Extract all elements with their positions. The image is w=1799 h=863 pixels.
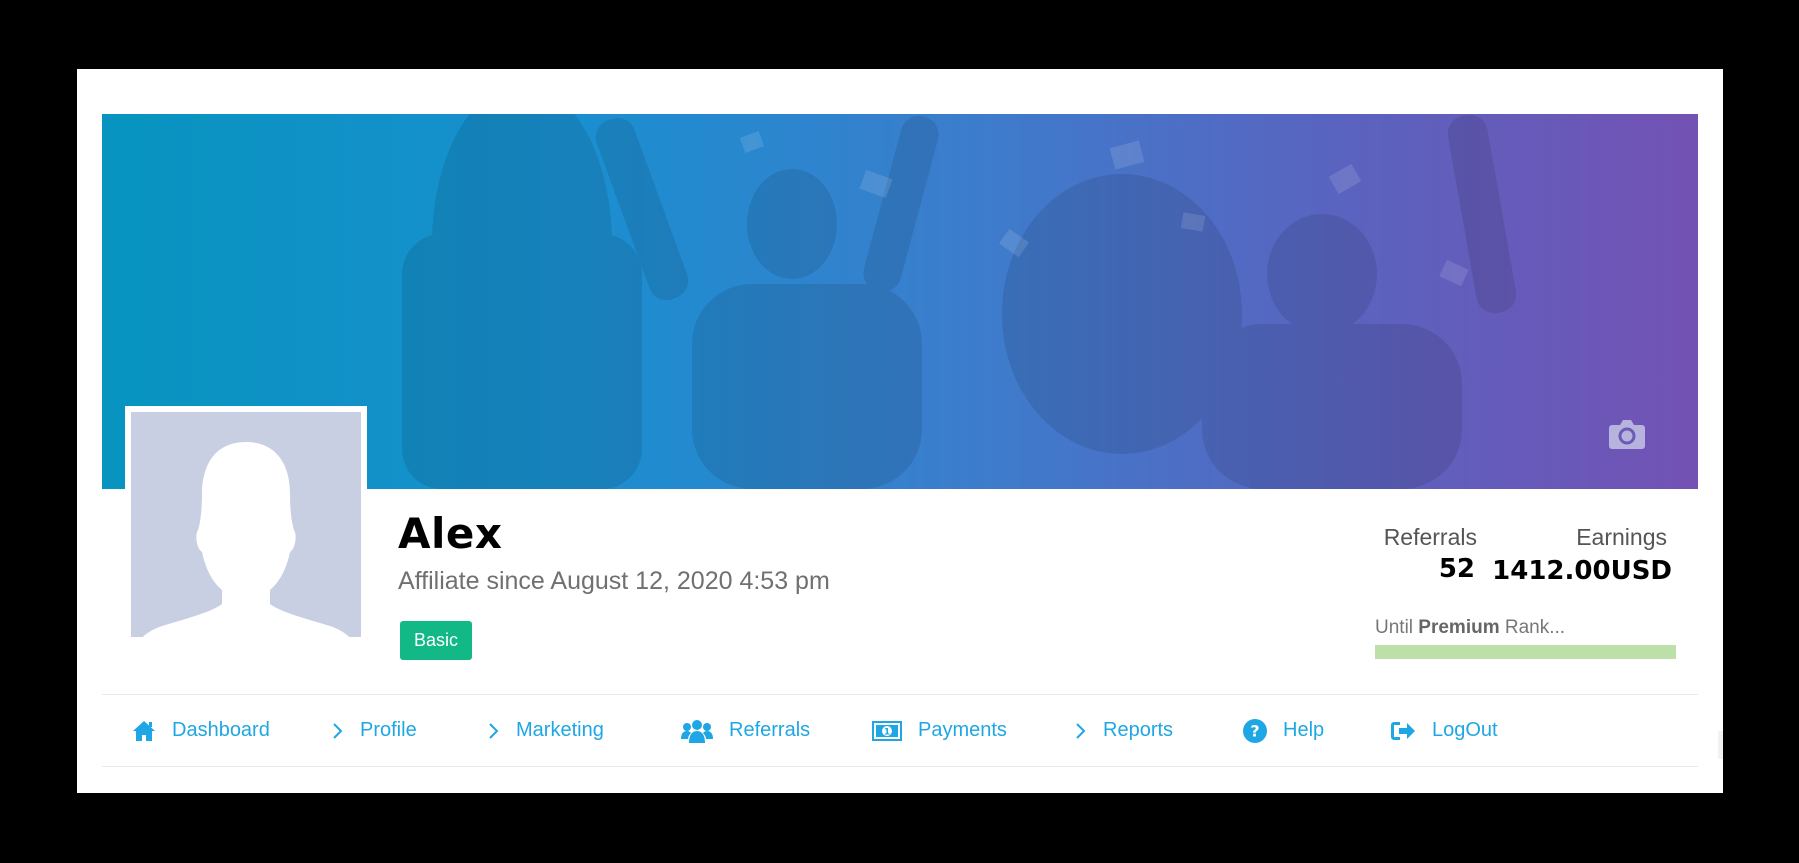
avatar-placeholder [131,412,361,637]
camera-icon[interactable] [1608,417,1646,451]
users-icon [681,719,713,743]
nav-help[interactable]: ? Help [1243,695,1324,766]
scrollbar-handle[interactable] [1718,731,1723,759]
chevron-right-icon [488,722,500,740]
user-silhouette-icon [142,442,350,637]
chevron-right-icon [1075,722,1087,740]
nav-payments-label: Payments [918,719,1007,741]
referrals-value: 52 [1438,554,1475,584]
nav-profile-label: Profile [360,719,417,741]
nav-logout-label: LogOut [1432,719,1498,741]
nav-payments[interactable]: 1 Payments [872,695,1007,766]
nav-logout[interactable]: LogOut [1390,695,1498,766]
money-icon: 1 [872,720,902,741]
affiliate-since: Affiliate since August 12, 2020 4:53 pm [398,567,830,595]
nav-referrals[interactable]: Referrals [681,695,810,766]
profile-name: Alex [398,509,503,558]
earnings-value: 1412.00USD [1492,556,1672,586]
earnings-label: Earnings [1576,524,1667,550]
avatar[interactable] [125,406,367,643]
sign-out-icon [1390,720,1416,742]
profile-card: Alex Affiliate since August 12, 2020 4:5… [77,69,1723,793]
question-circle-icon: ? [1243,718,1267,743]
rank-progress-label: Until Premium Rank... [1375,617,1566,638]
svg-text:1: 1 [884,727,890,737]
nav-reports-label: Reports [1103,719,1174,741]
home-icon [132,720,156,742]
svg-text:?: ? [1250,721,1259,740]
nav-referrals-label: Referrals [729,719,811,741]
chevron-right-icon [332,722,344,740]
nav-marketing-label: Marketing [516,719,604,741]
nav-dashboard[interactable]: Dashboard [132,695,270,766]
rank-badge: Basic [400,621,473,660]
nav-profile[interactable]: Profile [332,695,417,766]
rank-progress-fill [1375,645,1676,659]
profile-nav: Dashboard Profile Marketing Referrals 1 … [102,694,1698,767]
nav-marketing[interactable]: Marketing [488,695,604,766]
nav-dashboard-label: Dashboard [172,719,270,741]
rank-progress-bar [1375,645,1676,659]
nav-reports[interactable]: Reports [1075,695,1173,766]
nav-help-label: Help [1283,719,1325,741]
referrals-label: Referrals [1383,524,1477,550]
